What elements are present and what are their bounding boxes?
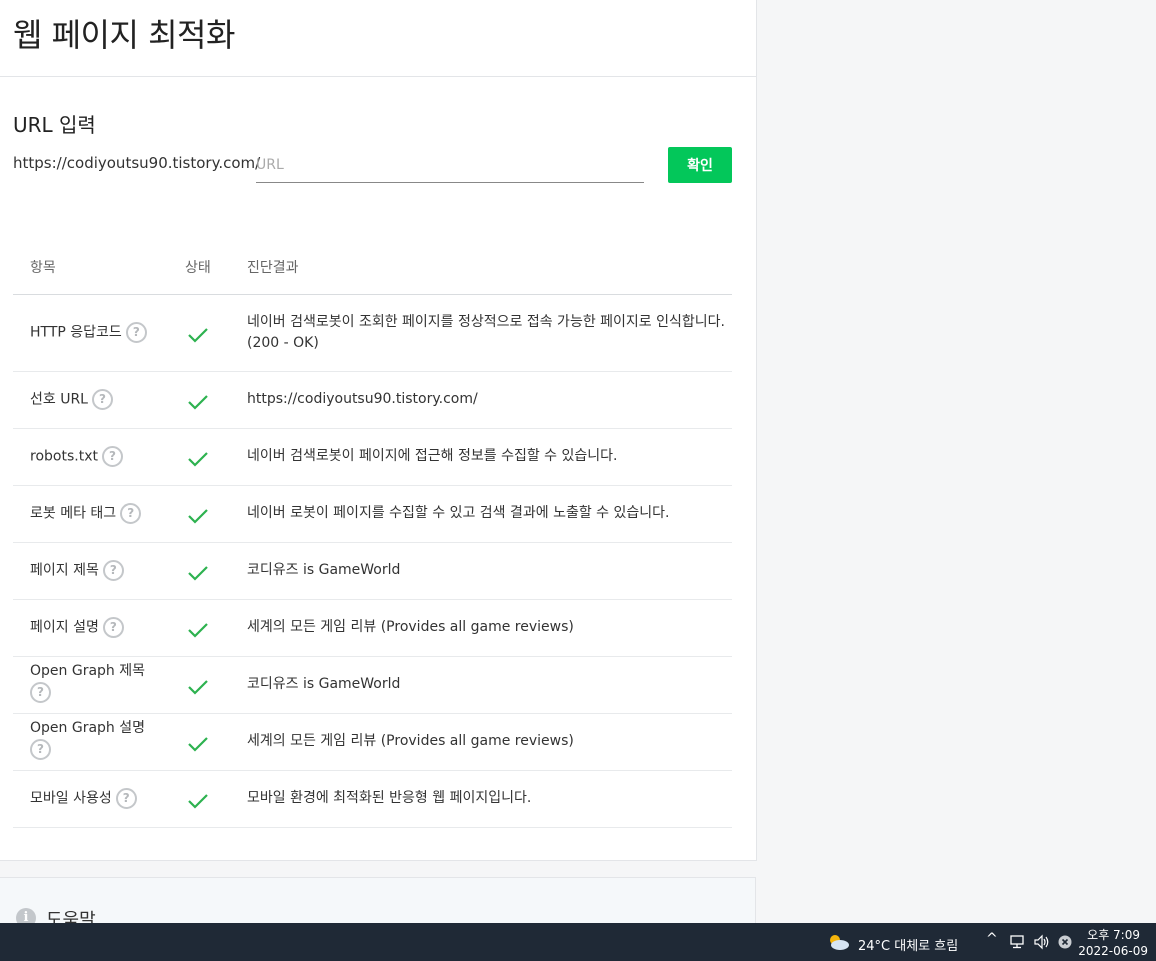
check-icon <box>188 327 208 343</box>
check-icon <box>188 736 208 752</box>
row-label: 로봇 메타 태그? <box>30 503 170 525</box>
header-item: 항목 <box>30 260 56 276</box>
table-row: Open Graph 설명? 세계의 모든 게임 리뷰 (Provides all… <box>13 714 732 771</box>
table-row: robots.txt? 네이버 검색로봇이 페이지에 접근해 정보를 수집할 수 … <box>13 429 732 486</box>
taskbar: 24°C 대체로 흐림 ^ 오후 7:09 2022-06-09 <box>0 923 1156 961</box>
row-result: https://codiyoutsu90.tistory.com/ <box>247 391 478 407</box>
url-prefix: https://codiyoutsu90.tistory.com/ <box>13 154 261 172</box>
header-result: 진단결과 <box>247 260 299 276</box>
check-icon <box>188 679 208 695</box>
question-circle-icon[interactable]: ? <box>30 739 51 760</box>
header-status: 상태 <box>185 260 211 276</box>
chevron-up-icon[interactable]: ^ <box>986 931 998 947</box>
row-label: 페이지 제목? <box>30 560 170 582</box>
row-result: 네이버 로봇이 페이지를 수집할 수 있고 검색 결과에 노출할 수 있습니다. <box>247 505 670 521</box>
row-label: 페이지 설명? <box>30 617 170 639</box>
row-result: 세계의 모든 게임 리뷰 (Provides all game reviews) <box>247 619 574 635</box>
question-circle-icon[interactable]: ? <box>125 322 147 343</box>
volume-icon[interactable] <box>1033 934 1051 950</box>
table-row: 로봇 메타 태그? 네이버 로봇이 페이지를 수집할 수 있고 검색 결과에 노출… <box>13 486 732 543</box>
question-circle-icon[interactable]: ? <box>92 389 113 410</box>
table-row: HTTP 응답코드? 네이버 검색로봇이 조회한 페이지를 정상적으로 접속 가능… <box>13 295 732 372</box>
table-header: 항목 상태 진단결과 <box>13 237 732 295</box>
check-icon <box>188 565 208 581</box>
results-table: 항목 상태 진단결과 HTTP 응답코드? 네이버 검색로봇이 조회한 페이지를 … <box>13 237 732 828</box>
question-circle-icon[interactable]: ? <box>120 503 142 524</box>
row-label: Open Graph 제목? <box>30 661 170 704</box>
network-icon[interactable] <box>1010 935 1028 949</box>
row-label-text: robots.txt <box>30 448 98 465</box>
clock-date[interactable]: 2022-06-09 <box>1078 944 1148 958</box>
title-divider <box>0 76 756 77</box>
weather-text[interactable]: 24°C 대체로 흐림 <box>858 935 958 954</box>
row-result: 네이버 검색로봇이 조회한 페이지를 정상적으로 접속 가능한 페이지로 인식합… <box>247 313 725 351</box>
table-row: 선호 URL? https://codiyoutsu90.tistory.com/ <box>13 372 732 429</box>
table-row: 페이지 제목? 코디유즈 is GameWorld <box>13 543 732 600</box>
check-icon <box>188 508 208 524</box>
row-result: 코디유즈 is GameWorld <box>247 676 401 692</box>
row-label-text: Open Graph 설명 <box>30 720 145 736</box>
row-label-text: 선호 URL <box>30 391 88 408</box>
url-input[interactable] <box>256 148 644 183</box>
page-title: 웹 페이지 최적화 <box>13 16 235 54</box>
row-label: 모바일 사용성? <box>30 788 170 810</box>
table-row: 페이지 설명? 세계의 모든 게임 리뷰 (Provides all game r… <box>13 600 732 657</box>
check-icon <box>188 793 208 809</box>
row-label: Open Graph 설명? <box>30 718 170 761</box>
row-label-text: HTTP 응답코드 <box>30 324 122 341</box>
question-circle-icon[interactable]: ? <box>115 788 137 809</box>
row-label: 선호 URL? <box>30 389 170 411</box>
row-result: 네이버 검색로봇이 페이지에 접근해 정보를 수집할 수 있습니다. <box>247 448 618 464</box>
question-circle-icon[interactable]: ? <box>102 560 124 581</box>
row-label: robots.txt? <box>30 446 170 468</box>
row-result: 세계의 모든 게임 리뷰 (Provides all game reviews) <box>247 733 574 749</box>
row-label-text: 로봇 메타 태그 <box>30 505 117 522</box>
row-result: 코디유즈 is GameWorld <box>247 562 401 578</box>
check-icon <box>188 451 208 467</box>
clock-time[interactable]: 오후 7:09 <box>1087 926 1140 943</box>
table-body: HTTP 응답코드? 네이버 검색로봇이 조회한 페이지를 정상적으로 접속 가능… <box>13 295 732 828</box>
url-section-title: URL 입력 <box>13 113 96 137</box>
table-row: Open Graph 제목? 코디유즈 is GameWorld <box>13 657 732 714</box>
question-circle-icon[interactable]: ? <box>102 617 124 638</box>
close-circle-icon[interactable] <box>1058 935 1072 949</box>
row-label-text: 페이지 설명 <box>30 619 99 636</box>
check-icon <box>188 622 208 638</box>
row-result: 모바일 환경에 최적화된 반응형 웹 페이지입니다. <box>247 790 532 806</box>
main-panel: 웹 페이지 최적화 URL 입력 https://codiyoutsu90.ti… <box>0 0 757 861</box>
check-icon <box>188 394 208 410</box>
row-label-text: 모바일 사용성 <box>30 790 112 807</box>
partly-cloudy-icon[interactable] <box>826 932 850 952</box>
row-label-text: 페이지 제목 <box>30 562 99 579</box>
row-label-text: Open Graph 제목 <box>30 663 145 679</box>
row-label: HTTP 응답코드? <box>30 322 170 344</box>
question-circle-icon[interactable]: ? <box>101 446 123 467</box>
question-circle-icon[interactable]: ? <box>30 682 51 703</box>
confirm-button[interactable]: 확인 <box>668 147 732 183</box>
table-row: 모바일 사용성? 모바일 환경에 최적화된 반응형 웹 페이지입니다. <box>13 771 732 828</box>
